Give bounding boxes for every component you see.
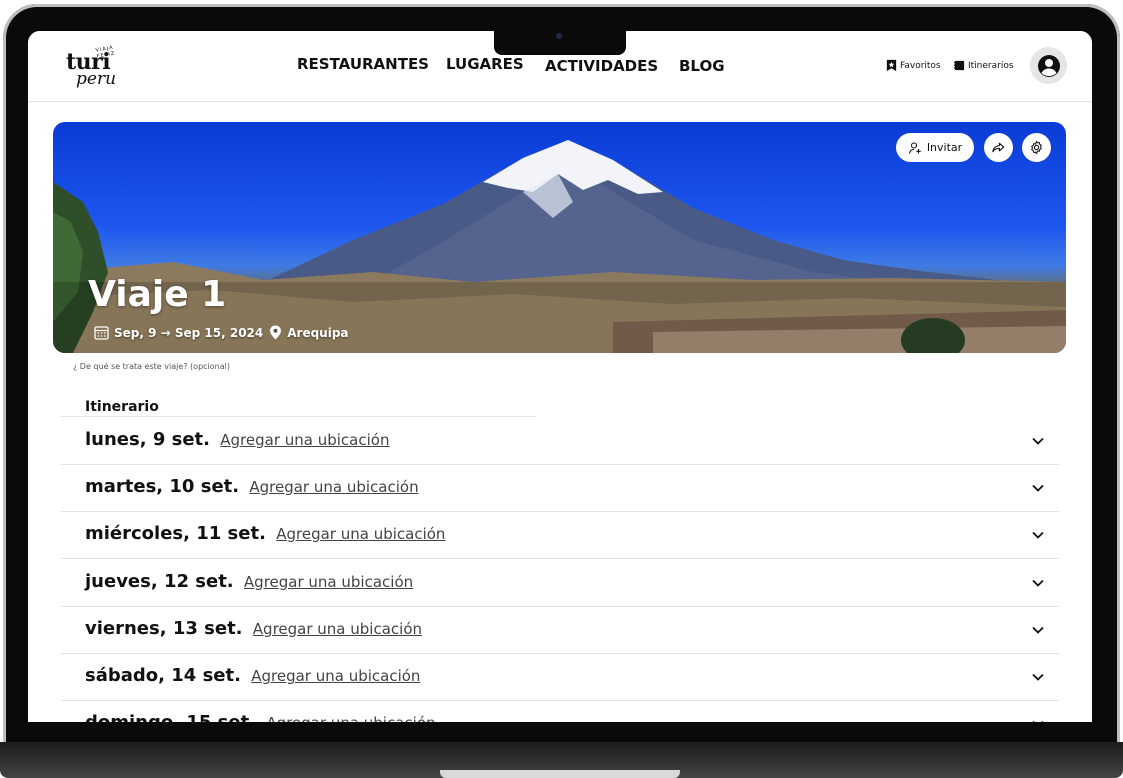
- laptop-base-notch: [440, 770, 680, 778]
- day-row-tuesday[interactable]: martes, 10 set. Agregar una ubicación: [61, 465, 1059, 512]
- chevron-down-icon[interactable]: [1031, 576, 1045, 590]
- trip-description-field[interactable]: ¿ De qué se trata este viaje? (opcional): [73, 362, 230, 371]
- day-label: sábado, 14 set. Agregar una ubicación: [85, 665, 420, 686]
- nav-blog[interactable]: BLOG: [679, 57, 725, 75]
- day-label: viernes, 13 set. Agregar una ubicación: [85, 618, 422, 639]
- chevron-down-icon[interactable]: [1031, 670, 1045, 684]
- add-location-link[interactable]: Agregar una ubicación: [276, 525, 445, 543]
- day-row-wednesday[interactable]: miércoles, 11 set. Agregar una ubicación: [61, 512, 1059, 559]
- itineraries-label: Itinerarios: [968, 60, 1014, 71]
- logo-sub-text: peru: [76, 69, 117, 89]
- day-row-friday[interactable]: viernes, 13 set. Agregar una ubicación: [61, 607, 1059, 654]
- user-avatar[interactable]: [1030, 47, 1067, 84]
- chevron-down-icon[interactable]: [1031, 623, 1045, 637]
- settings-button[interactable]: [1022, 133, 1051, 162]
- day-label: miércoles, 11 set. Agregar una ubicación: [85, 523, 445, 544]
- camera-icon: [556, 33, 562, 39]
- day-date: lunes, 9 set.: [85, 429, 210, 450]
- turi-peru-logo[interactable]: turi peru VIAJA FELIZ: [66, 43, 128, 91]
- browser-screen: turi peru VIAJA FELIZ RESTAURANTES LUGAR…: [28, 31, 1092, 722]
- day-date: domingo, 15 set.: [85, 712, 256, 722]
- invite-button[interactable]: Invitar: [896, 133, 974, 162]
- add-location-link[interactable]: Agregar una ubicación: [249, 478, 418, 496]
- day-label: domingo, 15 set. Agregar una ubicación: [85, 712, 436, 722]
- day-date: jueves, 12 set.: [85, 571, 234, 592]
- day-date: martes, 10 set.: [85, 476, 240, 497]
- logo-tagline: VIAJA FELIZ: [95, 44, 116, 60]
- trip-meta: Sep, 9 → Sep 15, 2024 Arequipa: [94, 325, 349, 340]
- trip-dates[interactable]: Sep, 9 → Sep 15, 2024: [114, 326, 263, 340]
- chevron-down-icon[interactable]: [1031, 717, 1045, 722]
- add-location-link[interactable]: Agregar una ubicación: [220, 431, 389, 449]
- nav-restaurantes[interactable]: RESTAURANTES: [297, 55, 429, 73]
- add-location-link[interactable]: Agregar una ubicación: [251, 667, 420, 685]
- share-button[interactable]: [984, 133, 1013, 162]
- location-pin-icon: [270, 325, 282, 340]
- day-label: jueves, 12 set. Agregar una ubicación: [85, 571, 413, 592]
- bookmark-star-icon: [886, 59, 897, 72]
- camera-notch: [494, 31, 626, 55]
- add-location-link[interactable]: Agregar una ubicación: [244, 573, 413, 591]
- invite-label: Invitar: [926, 141, 963, 154]
- trip-location[interactable]: Arequipa: [287, 326, 348, 340]
- itinerary-divider: [61, 416, 536, 417]
- notebook-icon: [953, 60, 965, 71]
- trip-title[interactable]: Viaje 1: [88, 274, 226, 315]
- add-location-link[interactable]: Agregar una ubicación: [266, 714, 435, 722]
- add-person-icon: [908, 141, 921, 154]
- day-date: sábado, 14 set.: [85, 665, 241, 686]
- add-location-link[interactable]: Agregar una ubicación: [253, 620, 422, 638]
- favorites-label: Favoritos: [900, 60, 941, 71]
- day-row-thursday[interactable]: jueves, 12 set. Agregar una ubicación: [61, 560, 1059, 607]
- day-date: viernes, 13 set.: [85, 618, 243, 639]
- day-row-monday[interactable]: lunes, 9 set. Agregar una ubicación: [61, 418, 1059, 465]
- nav-lugares[interactable]: LUGARES: [446, 55, 524, 73]
- trip-hero-banner: Invitar Viaje 1 Sep, 9 → Sep 15, 2024 Ar…: [53, 122, 1066, 353]
- day-row-sunday[interactable]: domingo, 15 set. Agregar una ubicación: [61, 701, 1059, 722]
- day-label: lunes, 9 set. Agregar una ubicación: [85, 429, 389, 450]
- user-profile-icon: [1037, 54, 1060, 77]
- day-date: miércoles, 11 set.: [85, 523, 266, 544]
- day-row-saturday[interactable]: sábado, 14 set. Agregar una ubicación: [61, 654, 1059, 701]
- share-arrow-icon: [992, 142, 1005, 153]
- day-label: martes, 10 set. Agregar una ubicación: [85, 476, 419, 497]
- chevron-down-icon[interactable]: [1031, 434, 1045, 448]
- itineraries-link[interactable]: Itinerarios: [953, 59, 1014, 72]
- chevron-down-icon[interactable]: [1031, 481, 1045, 495]
- calendar-icon: [94, 326, 109, 340]
- favorites-link[interactable]: Favoritos: [885, 59, 941, 72]
- gear-icon: [1031, 140, 1042, 155]
- nav-actividades[interactable]: ACTIVIDADES: [545, 57, 658, 75]
- itinerary-title: Itinerario: [85, 399, 159, 415]
- chevron-down-icon[interactable]: [1031, 528, 1045, 542]
